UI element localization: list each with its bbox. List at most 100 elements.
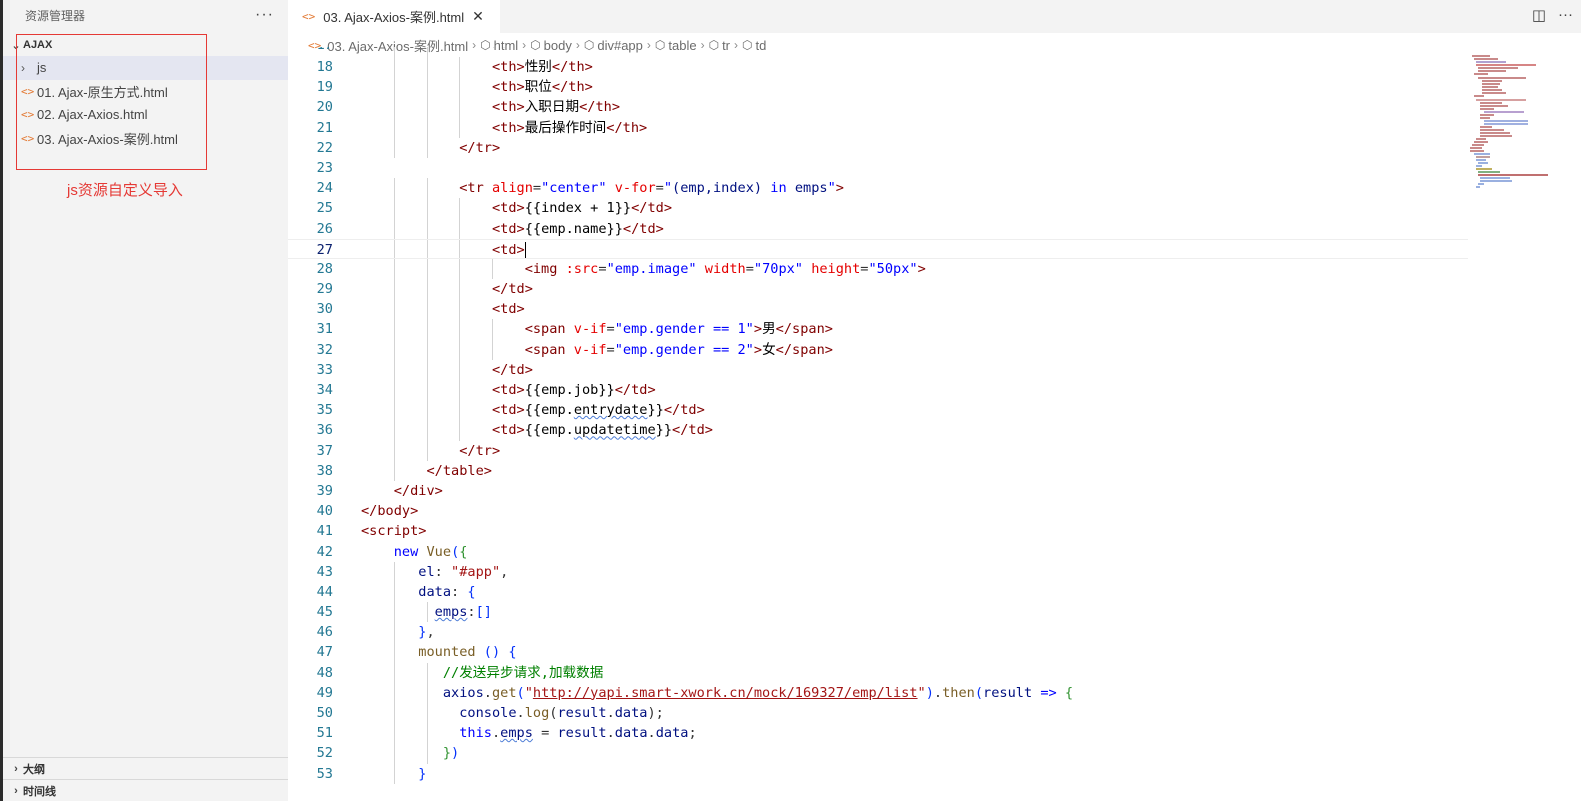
minimap-line — [1474, 73, 1488, 75]
explorer-sidebar: 资源管理器 ··· ⌄ AJAX › js <> 01. Ajax-原生方式.h… — [0, 0, 288, 801]
minimap-line — [1476, 61, 1506, 63]
code-line: 29 </td> — [288, 279, 1468, 300]
split-editor-icon[interactable]: ◫ — [1532, 6, 1546, 24]
minimap[interactable] — [1468, 47, 1581, 801]
indent-guide — [393, 239, 395, 258]
tree-file-03[interactable]: <> 03. Ajax-Axios-案例.html — [3, 127, 288, 151]
tree-file-02[interactable]: <> 02. Ajax-Axios.html — [3, 103, 288, 127]
minimap-line — [1474, 153, 1490, 155]
indent-guide — [459, 97, 461, 118]
minimap-line — [1476, 165, 1482, 167]
indent-guide — [393, 359, 395, 380]
indent-guide — [393, 47, 395, 57]
minimap-line — [1470, 150, 1484, 152]
tree-item-label: 01. Ajax-原生方式.html — [37, 84, 168, 100]
line-number: 33 — [316, 361, 333, 378]
indent-guide — [393, 662, 395, 683]
code-text: data: { — [418, 583, 476, 600]
minimap-line — [1480, 126, 1492, 128]
code-editor[interactable]: 17 <th>图像</th> 18 <th>性别</th> 19 <th>职位<… — [288, 47, 1468, 801]
minimap-line — [1478, 183, 1484, 185]
indent-guide — [393, 723, 395, 744]
tree-folder-js[interactable]: › js — [3, 56, 288, 80]
tab-label: 03. Ajax-Axios-案例.html — [323, 10, 465, 25]
indent-guide — [393, 703, 395, 724]
workspace-section-header[interactable]: ⌄ AJAX — [3, 34, 288, 56]
minimap-line — [1480, 132, 1510, 134]
code-line: 19 <th>职位</th> — [288, 77, 1468, 98]
timeline-label: 时间线 — [23, 785, 56, 798]
more-actions-icon[interactable]: ··· — [255, 6, 274, 24]
minimap-line — [1472, 55, 1490, 57]
indent-guide — [393, 299, 395, 320]
minimap-line — [1480, 129, 1504, 131]
code-text: new Vue({ — [393, 543, 468, 560]
code-line: 22 </tr> — [288, 137, 1468, 158]
minimap-line — [1478, 174, 1548, 176]
html-file-icon: <> — [21, 84, 35, 98]
indent-guide — [426, 339, 428, 360]
html-file-icon: <> — [21, 108, 35, 122]
tree-item-label: js — [37, 60, 47, 76]
code-text: <td>{{emp.job}}</td> — [491, 382, 656, 398]
indent-guide — [393, 117, 395, 138]
indent-guide — [393, 178, 395, 199]
minimap-line — [1482, 80, 1502, 82]
code-text: </td> — [491, 361, 533, 378]
indent-guide — [459, 198, 461, 219]
code-line: 50 console.log(result.data); — [288, 703, 1468, 724]
indent-guide — [426, 178, 428, 199]
indent-guide — [426, 258, 428, 280]
indent-guide — [459, 218, 461, 239]
minimap-line — [1482, 83, 1500, 85]
minimap-line — [1484, 123, 1528, 125]
indent-guide — [426, 279, 428, 300]
code-text: <th>职位</th> — [491, 79, 593, 96]
editor-area: <> 03. Ajax-Axios-案例.html ✕ ◫ ··· <> 03. … — [288, 0, 1581, 801]
indent-guide — [393, 642, 395, 663]
code-text: <script> — [361, 523, 427, 540]
indent-guide — [393, 581, 395, 603]
indent-guide — [393, 602, 395, 623]
tab-active-file[interactable]: <> 03. Ajax-Axios-案例.html ✕ — [288, 0, 500, 33]
line-number: 22 — [316, 139, 333, 156]
minimap-line — [1476, 138, 1486, 140]
indent-guide — [459, 299, 461, 320]
line-number: 27 — [316, 241, 333, 258]
code-text: <th>最后操作时间</th> — [491, 119, 648, 136]
code-line: 51 this.emps = result.data.data; — [288, 723, 1468, 744]
indent-guide — [393, 137, 395, 158]
line-number: 28 — [316, 260, 333, 277]
line-number: 41 — [316, 523, 333, 540]
code-text: axios.get("http://yapi.smart-xwork.cn/mo… — [442, 684, 1074, 701]
more-actions-icon[interactable]: ··· — [1558, 6, 1573, 24]
outline-section-header[interactable]: › 大纲 — [3, 757, 288, 779]
minimap-line — [1480, 180, 1512, 182]
line-number: 47 — [316, 644, 333, 661]
indent-guide — [426, 723, 428, 744]
code-text: </tr> — [459, 139, 501, 156]
code-line: 42 new Vue({ — [288, 542, 1468, 562]
minimap-line — [1480, 105, 1508, 107]
code-text: <td>{{emp.name}}</td> — [491, 220, 664, 237]
close-icon[interactable]: ✕ — [472, 8, 484, 25]
annotation-text: js资源自定义导入 — [67, 182, 183, 199]
code-line: 23 — [288, 158, 1468, 178]
line-number: 50 — [316, 705, 333, 721]
minimap-line — [1474, 95, 1484, 97]
indent-guide — [459, 117, 461, 138]
line-number: 42 — [316, 543, 333, 560]
indent-guide — [459, 339, 461, 360]
code-text: //发送异步请求,加载数据 — [442, 664, 604, 681]
minimap-line — [1480, 102, 1502, 104]
code-text: </tr> — [459, 442, 501, 459]
tree-file-01[interactable]: <> 01. Ajax-原生方式.html — [3, 80, 288, 104]
explorer-title: 资源管理器 — [25, 8, 86, 23]
minimap-line — [1472, 144, 1484, 146]
timeline-section-header[interactable]: › 时间线 — [3, 779, 288, 801]
line-number: 17 — [288, 47, 333, 52]
indent-guide — [426, 743, 428, 764]
line-number: 34 — [316, 382, 333, 398]
minimap-line — [1478, 77, 1526, 79]
code-text: mounted () { — [418, 644, 517, 661]
